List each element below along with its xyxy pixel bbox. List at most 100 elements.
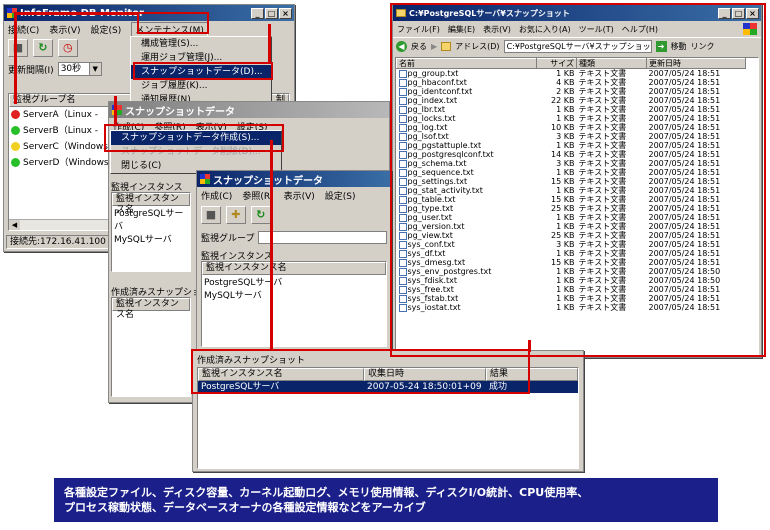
col-modified[interactable]: 更新日時 [646, 58, 746, 69]
add-folder-icon[interactable]: ✚ [225, 206, 246, 224]
folder-icon [396, 9, 406, 17]
close-icon[interactable]: × [279, 7, 292, 19]
scroll-left-icon[interactable]: ◀ [9, 220, 20, 230]
file-row[interactable]: sys_fstab.txt 1 KB テキスト文書 2007/05/24 18:51 [397, 294, 746, 303]
stop-icon[interactable]: ■ [201, 206, 221, 224]
menu-tools[interactable]: ツール(T) [579, 24, 614, 35]
go-button-label[interactable]: 移動 [671, 41, 687, 52]
menu-view[interactable]: 表示(V) [483, 24, 511, 35]
file-row[interactable]: pg_table.txt 15 KB テキスト文書 2007/05/24 18:51 [397, 195, 746, 204]
refresh-icon[interactable]: ↻ [32, 39, 53, 57]
file-type-text: テキスト文書 [578, 267, 627, 276]
snapshot-row[interactable]: PostgreSQLサーバ 2007-05-24 18:50:01+09 成功 [198, 381, 578, 393]
maximize-icon[interactable]: □ [732, 7, 745, 19]
menu-settings[interactable]: 設定(S) [325, 189, 356, 202]
file-row[interactable]: pg_hbaconf.txt 4 KB テキスト文書 2007/05/24 18:51 [397, 78, 746, 87]
up-folder-icon[interactable] [441, 42, 452, 51]
forward-icon[interactable]: ▶ [431, 42, 437, 51]
instance-header-2[interactable]: 監視インスタンス名 [202, 262, 386, 275]
refresh-icon[interactable]: ↻ [250, 206, 271, 224]
menu-edit[interactable]: 編集(E) [448, 24, 475, 35]
menu-item-job[interactable]: 運用ジョブ管理(J)... [131, 51, 271, 65]
file-row[interactable]: sys_conf.txt 3 KB テキスト文書 2007/05/24 18:51 [397, 240, 746, 249]
file-modified: 2007/05/24 18:51 [647, 159, 746, 168]
menu-create[interactable]: 作成(C) [201, 189, 232, 202]
minimize-icon[interactable]: _ [718, 7, 731, 19]
instance-row[interactable]: PostgreSQLサーバ [112, 206, 190, 232]
file-row[interactable]: pg_index.txt 22 KB テキスト文書 2007/05/24 18:51 [397, 96, 746, 105]
file-row[interactable]: pg_sequence.txt 1 KB テキスト文書 2007/05/24 18:5… [397, 168, 746, 177]
timer-icon[interactable]: ◷ [57, 39, 78, 57]
menu-view[interactable]: 表示(V) [49, 23, 80, 36]
file-type: テキスト文書 [577, 204, 647, 213]
file-row[interactable]: pg_settings.txt 15 KB テキスト文書 2007/05/24 18:… [397, 177, 746, 186]
monitor-titlebar[interactable]: InfoFrame DB Monitor _ □ × [4, 5, 294, 21]
file-row[interactable]: sys_dmesg.txt 15 KB テキスト文書 2007/05/24 18:51 [397, 258, 746, 267]
file-row[interactable]: pg_stat_activity.txt 1 KB テキスト文書 2007/05/24… [397, 186, 746, 195]
menu-item-config[interactable]: 構成管理(S)... [131, 37, 271, 51]
col-instance-name[interactable]: 監視インスタンス名 [198, 368, 364, 381]
instance-header-1[interactable]: 監視インスタンス名 [112, 193, 190, 215]
file-row[interactable]: pg_locks.txt 1 KB テキスト文書 2007/05/24 18:51 [397, 114, 746, 123]
file-row[interactable]: pg_postgresqlconf.txt 14 KB テキスト文書 2007/05/… [397, 150, 746, 159]
menu-item-snapshot[interactable]: スナップショットデータ(D)... [131, 65, 271, 79]
file-type: テキスト文書 [577, 69, 647, 78]
file-row[interactable]: sys_free.txt 1 KB テキスト文書 2007/05/24 18:51 [397, 285, 746, 294]
menu-item-delete-snapshot[interactable]: スナップショットデータ削除(D)... [111, 145, 281, 159]
file-type-text: テキスト文書 [578, 69, 627, 78]
file-type-text: テキスト文書 [578, 258, 627, 267]
menu-maintenance[interactable]: メンテナンス(M) [131, 21, 208, 37]
file-row[interactable]: pg_view.txt 25 KB テキスト文書 2007/05/24 18:51 [397, 231, 746, 240]
file-row[interactable]: pg_type.txt 25 KB テキスト文書 2007/05/24 18:51 [397, 204, 746, 213]
disconnect-icon[interactable]: ■ [8, 39, 28, 57]
maximize-icon[interactable]: □ [265, 7, 278, 19]
explorer-titlebar[interactable]: C:¥PostgreSQLサーバ¥スナップショット _ □ × [393, 5, 761, 21]
instance-row[interactable]: MySQLサーバ [112, 232, 190, 245]
file-row[interactable]: pg_log.txt 10 KB テキスト文書 2007/05/24 18:51 [397, 123, 746, 132]
menu-help[interactable]: ヘルプ(H) [622, 24, 658, 35]
file-row[interactable]: sys_env_postgres.txt 1 KB テキスト文書 2007/05/24… [397, 267, 746, 276]
go-icon[interactable]: ➜ [655, 41, 667, 52]
file-size-text: 1 KB [556, 69, 575, 78]
col-type[interactable]: 種類 [576, 58, 647, 69]
menu-favorites[interactable]: お気に入り(A) [519, 24, 571, 35]
menu-file[interactable]: ファイル(F) [397, 24, 440, 35]
address-input[interactable]: C:¥PostgreSQLサーバ¥スナップショット [503, 40, 652, 53]
file-size: 22 KB [537, 96, 577, 105]
col-name[interactable]: 名前 [396, 58, 537, 69]
back-icon[interactable]: ◀ [396, 41, 407, 52]
instance-row[interactable]: MySQLサーバ [202, 288, 386, 301]
col-collected-at[interactable]: 収集日時 [364, 368, 486, 381]
file-row[interactable]: sys_fdisk.txt 1 KB テキスト文書 2007/05/24 18:50 [397, 276, 746, 285]
menu-reference[interactable]: 参照(R) [242, 189, 273, 202]
file-row[interactable]: pg_version.txt 1 KB テキスト文書 2007/05/24 18:51 [397, 222, 746, 231]
created-header-1[interactable]: 監視インスタンス名 [112, 298, 190, 320]
group-input[interactable] [258, 231, 387, 244]
chevron-down-icon[interactable]: ▼ [88, 63, 101, 75]
minimize-icon[interactable]: _ [251, 7, 264, 19]
col-size[interactable]: サイズ [536, 58, 577, 69]
file-row[interactable]: pg_identconf.txt 2 KB テキスト文書 2007/05/24 18:… [397, 87, 746, 96]
file-row[interactable]: pg_user.txt 1 KB テキスト文書 2007/05/24 18:51 [397, 213, 746, 222]
back-button-label[interactable]: 戻る [411, 41, 427, 52]
file-row[interactable]: pg_schema.txt 3 KB テキスト文書 2007/05/24 18:51 [397, 159, 746, 168]
links-label[interactable]: リンク [691, 41, 715, 52]
file-row[interactable]: sys_iostat.txt 1 KB テキスト文書 2007/05/24 18:51 [397, 303, 746, 312]
interval-select[interactable]: 30秒 ▼ [57, 62, 102, 76]
instance-row[interactable]: PostgreSQLサーバ [202, 275, 386, 288]
file-row[interactable]: sys_df.txt 1 KB テキスト文書 2007/05/24 18:51 [397, 249, 746, 258]
snapshot1-titlebar[interactable]: スナップショットデータ [109, 102, 389, 118]
menu-view[interactable]: 表示(V) [284, 189, 315, 202]
menu-item-job-history[interactable]: ジョブ履歴(K)... [131, 79, 271, 93]
file-row[interactable]: pg_pgstattuple.txt 1 KB テキスト文書 2007/05/24 1… [397, 141, 746, 150]
file-row[interactable]: pg_group.txt 1 KB テキスト文書 2007/05/24 18:51 [397, 69, 746, 78]
close-icon[interactable]: × [746, 7, 759, 19]
menu-item-create-snapshot[interactable]: スナップショットデータ作成(S)... [111, 131, 281, 145]
file-row[interactable]: pg_lsof.txt 3 KB テキスト文書 2007/05/24 18:51 [397, 132, 746, 141]
file-row[interactable]: pg_lbr.txt 1 KB テキスト文書 2007/05/24 18:51 [397, 105, 746, 114]
snapshot2-titlebar[interactable]: スナップショットデータ [197, 171, 391, 187]
col-result[interactable]: 結果 [486, 368, 578, 381]
file-modified-text: 2007/05/24 18:51 [648, 96, 721, 105]
menu-settings[interactable]: 設定(S) [91, 23, 122, 36]
menu-connect[interactable]: 接続(C) [8, 23, 39, 36]
